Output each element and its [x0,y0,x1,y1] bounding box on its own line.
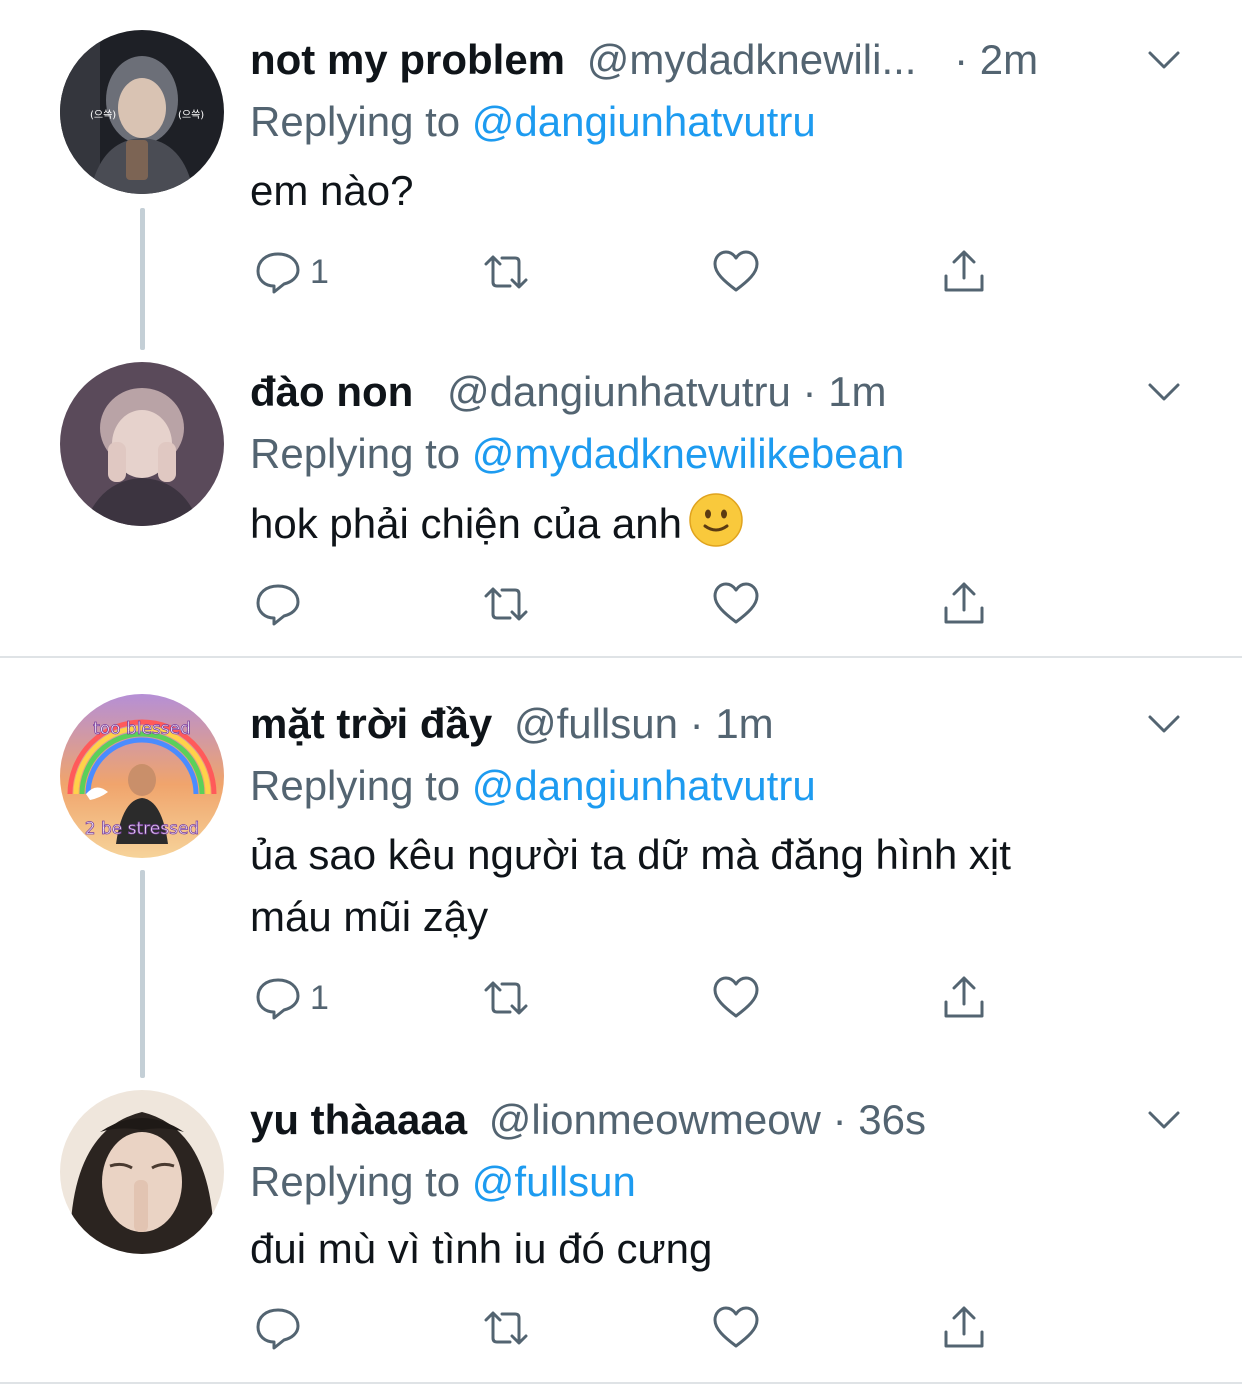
heart-icon [713,582,759,624]
timestamp[interactable]: 2m [980,36,1038,83]
avatar-caption-top: too blessed [93,719,191,739]
retweet-icon [484,981,528,1015]
replying-to-mention[interactable]: @dangiunhatvutru [472,98,816,145]
avatar[interactable] [60,362,224,526]
separator-dot: · [954,36,969,83]
separator-dot: · [802,368,817,415]
tweet-text-content: hok phải chiện của anh [250,500,682,547]
avatar[interactable]: (으쓱) (으쓱) [60,30,224,194]
share-icon [944,250,984,292]
heart-icon [713,976,759,1018]
replying-to: Replying to @dangiunhatvutru [250,756,816,816]
reply-icon [256,1308,300,1350]
reply-count: 1 [310,252,329,291]
thread-divider [0,656,1242,658]
avatar-caption-bottom: 2 be stressed [85,819,199,839]
tweet-text: hok phải chiện của anh [250,492,1150,555]
share-icon [944,976,984,1018]
heart-icon [713,250,759,292]
retweet-icon [484,255,528,289]
slightly-smiling-face-icon [689,493,743,547]
heart-icon [713,1306,759,1348]
action-bar [250,574,1010,634]
tweet-text-line: ủa sao kêu người ta dữ mà đăng hình xịt [250,831,1011,878]
display-name[interactable]: đào non [250,368,413,415]
replying-to: Replying to @mydadknewilikebean [250,424,904,484]
share-button[interactable] [938,574,990,634]
timestamp[interactable]: 1m [715,700,773,747]
timestamp[interactable]: 1m [828,368,886,415]
replying-to-label: Replying to [250,430,461,477]
retweet-button[interactable] [480,574,532,634]
replying-to-label: Replying to [250,98,461,145]
reply-button[interactable]: 1 [252,242,329,302]
tweet-header: not my problem @mydadknewili... · 2m [250,30,1038,90]
replying-to: Replying to @fullsun [250,1152,636,1212]
user-handle[interactable]: @lionmeowmeow [489,1096,821,1143]
thread-divider [0,1382,1242,1384]
separator-dot: · [689,700,704,747]
retweet-button[interactable] [480,968,532,1028]
retweet-button[interactable] [480,1298,532,1358]
reply-icon [256,978,300,1020]
timestamp[interactable]: 36s [858,1096,926,1143]
reply-button[interactable] [252,1298,310,1358]
action-bar: 1 [250,968,1010,1028]
tweet-text: em nào? [250,167,414,214]
like-button[interactable] [710,242,762,302]
retweet-icon [484,1311,528,1345]
action-bar [250,1298,1010,1358]
like-button[interactable] [710,574,762,634]
user-handle[interactable]: @mydadknewili... [587,36,917,83]
replying-to-mention[interactable]: @fullsun [472,1158,636,1205]
like-button[interactable] [710,968,762,1028]
tweet-header: yu thàaaaa @lionmeowmeow · 36s [250,1090,926,1150]
share-button[interactable] [938,1298,990,1358]
chevron-down-icon[interactable] [1142,702,1186,746]
separator-dot: · [832,1096,847,1143]
thread-line [140,870,145,1078]
reply-count: 1 [310,978,329,1017]
replying-to-label: Replying to [250,762,461,809]
reply-icon [256,584,300,626]
reply-button[interactable]: 1 [252,968,329,1028]
share-button[interactable] [938,242,990,302]
share-icon [944,582,984,624]
retweet-icon [484,587,528,621]
share-icon [944,1306,984,1348]
display-name[interactable]: yu thàaaaa [250,1096,467,1143]
display-name[interactable]: mặt trời đầy [250,700,492,747]
reply-icon [256,252,300,294]
tweet-text: đui mù vì tình iu đó cưng [250,1225,713,1272]
retweet-button[interactable] [480,242,532,302]
avatar[interactable]: too blessed 2 be stressed [60,694,224,858]
tweet-header: đào non @dangiunhatvutru · 1m [250,362,887,422]
display-name[interactable]: not my problem [250,36,565,83]
tweet-header: mặt trời đầy @fullsun · 1m [250,694,774,754]
share-button[interactable] [938,968,990,1028]
tweet-text: ủa sao kêu người ta dữ mà đăng hình xịt … [250,824,1150,948]
svg-text:(으쓱): (으쓱) [178,109,204,121]
chevron-down-icon[interactable] [1142,38,1186,82]
replying-to: Replying to @dangiunhatvutru [250,92,816,152]
replying-to-label: Replying to [250,1158,461,1205]
replying-to-mention[interactable]: @mydadknewilikebean [472,430,905,477]
replying-to-mention[interactable]: @dangiunhatvutru [472,762,816,809]
action-bar: 1 [250,242,1010,302]
reply-button[interactable] [252,574,310,634]
avatar[interactable] [60,1090,224,1254]
user-handle[interactable]: @dangiunhatvutru [447,368,791,415]
svg-text:(으쓱): (으쓱) [90,109,116,121]
like-button[interactable] [710,1298,762,1358]
tweet-text-line: máu mũi zậy [250,893,489,940]
thread-line [140,208,145,350]
chevron-down-icon[interactable] [1142,370,1186,414]
user-handle[interactable]: @fullsun [514,700,678,747]
chevron-down-icon[interactable] [1142,1098,1186,1142]
